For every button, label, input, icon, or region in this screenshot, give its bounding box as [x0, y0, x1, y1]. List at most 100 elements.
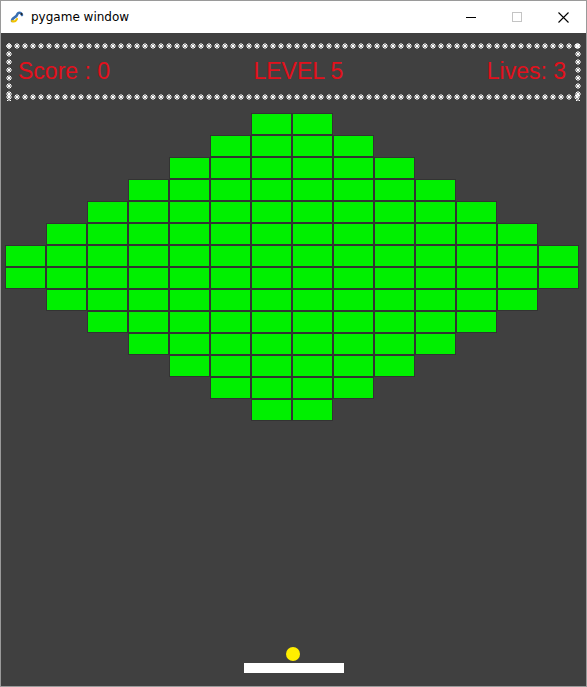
brick — [497, 223, 538, 245]
brick — [128, 399, 169, 421]
brick — [5, 113, 46, 135]
brick — [456, 179, 497, 201]
brick — [497, 201, 538, 223]
brick — [251, 135, 292, 157]
brick — [169, 311, 210, 333]
brick — [497, 289, 538, 311]
brick — [415, 179, 456, 201]
brick — [87, 157, 128, 179]
brick — [374, 113, 415, 135]
brick — [538, 113, 579, 135]
brick — [374, 201, 415, 223]
brick — [497, 399, 538, 421]
brick — [210, 223, 251, 245]
brick — [374, 289, 415, 311]
brick — [87, 201, 128, 223]
brick — [538, 157, 579, 179]
brick — [497, 135, 538, 157]
star-border — [574, 42, 582, 101]
brick — [456, 201, 497, 223]
brick — [251, 245, 292, 267]
brick — [87, 311, 128, 333]
brick — [292, 113, 333, 135]
brick — [87, 377, 128, 399]
ball — [286, 647, 300, 661]
brick — [538, 377, 579, 399]
brick — [333, 399, 374, 421]
brick — [251, 113, 292, 135]
brick — [292, 267, 333, 289]
brick — [87, 245, 128, 267]
brick — [46, 377, 87, 399]
brick — [374, 333, 415, 355]
minimize-button[interactable] — [448, 1, 494, 33]
brick — [87, 135, 128, 157]
brick — [128, 157, 169, 179]
brick — [292, 355, 333, 377]
brick — [333, 201, 374, 223]
brick — [5, 245, 46, 267]
brick — [5, 267, 46, 289]
brick — [292, 201, 333, 223]
brick — [415, 245, 456, 267]
brick — [415, 399, 456, 421]
star-border — [5, 93, 582, 101]
brick — [169, 201, 210, 223]
close-button[interactable] — [540, 1, 586, 33]
brick — [87, 223, 128, 245]
brick — [497, 179, 538, 201]
brick — [5, 377, 46, 399]
brick — [5, 399, 46, 421]
brick — [415, 289, 456, 311]
brick — [497, 311, 538, 333]
brick — [128, 223, 169, 245]
brick — [5, 333, 46, 355]
brick — [292, 179, 333, 201]
brick — [538, 399, 579, 421]
brick — [497, 355, 538, 377]
brick — [456, 223, 497, 245]
brick — [456, 377, 497, 399]
brick — [292, 223, 333, 245]
brick — [333, 245, 374, 267]
brick — [538, 333, 579, 355]
brick — [415, 135, 456, 157]
maximize-button — [494, 1, 540, 33]
brick — [87, 399, 128, 421]
brick — [538, 267, 579, 289]
brick — [333, 135, 374, 157]
brick — [46, 311, 87, 333]
brick — [169, 399, 210, 421]
brick — [128, 179, 169, 201]
brick — [210, 135, 251, 157]
brick — [538, 245, 579, 267]
star-border — [5, 42, 582, 50]
brick — [374, 157, 415, 179]
brick — [251, 267, 292, 289]
title-bar: pygame window — [1, 1, 586, 33]
brick — [497, 333, 538, 355]
brick — [46, 113, 87, 135]
brick — [415, 355, 456, 377]
brick — [374, 223, 415, 245]
brick — [415, 267, 456, 289]
brick — [374, 245, 415, 267]
brick — [210, 179, 251, 201]
brick — [456, 289, 497, 311]
brick — [210, 267, 251, 289]
brick — [374, 135, 415, 157]
brick — [456, 399, 497, 421]
brick — [415, 311, 456, 333]
brick — [251, 311, 292, 333]
lives: Lives: 3 — [487, 58, 566, 85]
paddle[interactable] — [244, 663, 344, 673]
brick — [46, 179, 87, 201]
brick — [169, 355, 210, 377]
brick — [169, 333, 210, 355]
brick — [210, 355, 251, 377]
brick — [128, 333, 169, 355]
brick — [292, 157, 333, 179]
brick — [128, 113, 169, 135]
pygame-icon — [9, 9, 25, 25]
brick — [456, 311, 497, 333]
